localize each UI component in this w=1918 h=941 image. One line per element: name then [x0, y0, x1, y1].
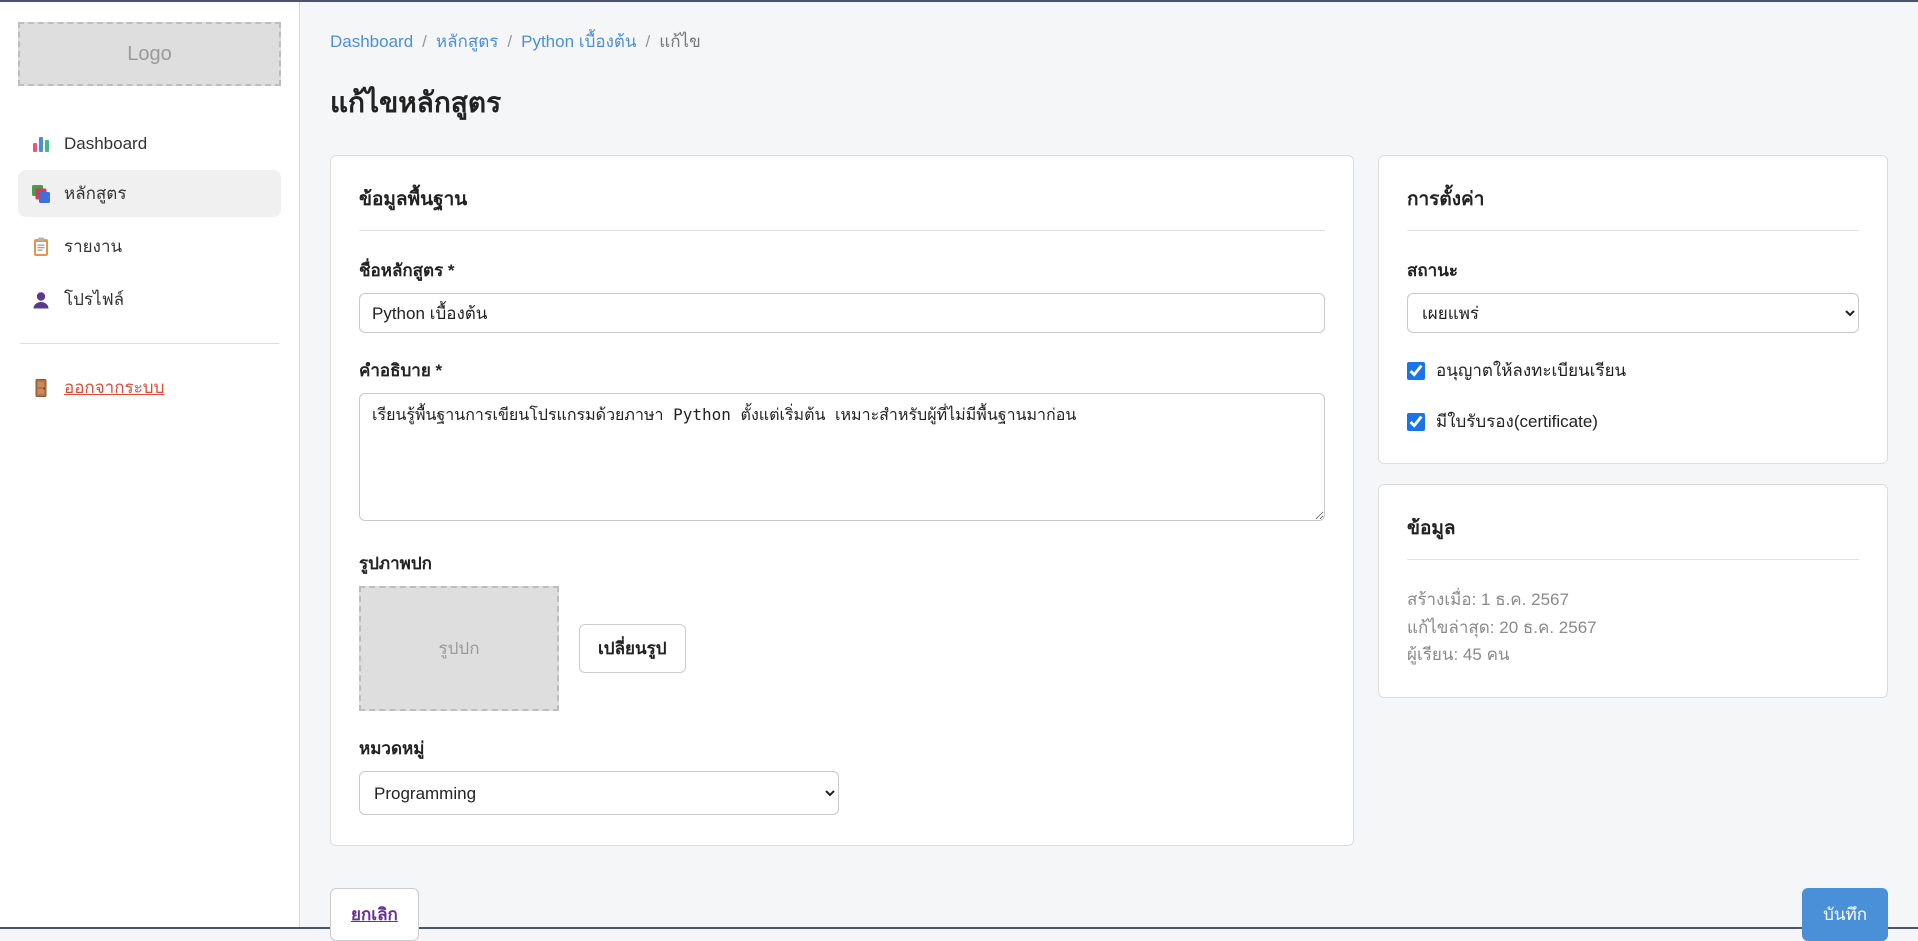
breadcrumb-separator: / [507, 32, 512, 52]
settings-heading: การตั้งค่า [1407, 184, 1859, 214]
allow-enrollment-checkbox-label: อนุญาตให้ลงทะเบียนเรียน [1436, 357, 1626, 384]
person-icon [31, 290, 51, 310]
info-line: สร้างเมื่อ: 1 ธ.ค. 2567 [1407, 586, 1859, 614]
settings-card: การตั้งค่า สถานะ เผยแพร่ อนุญาตให้ลงทะเบ… [1378, 155, 1888, 464]
sidebar-item-logout[interactable]: ออกจากระบบ [18, 364, 281, 411]
change-image-button[interactable]: เปลี่ยนรูป [579, 624, 686, 673]
info-lines: สร้างเมื่อ: 1 ธ.ค. 2567แก้ไขล่าสุด: 20 ธ… [1407, 586, 1859, 669]
save-button[interactable]: บันทึก [1802, 888, 1888, 941]
sidebar-item-profile[interactable]: โปรไฟล์ [18, 276, 281, 323]
bar-chart-icon [31, 134, 51, 154]
sidebar-item-reports[interactable]: รายงาน [18, 223, 281, 270]
breadcrumb-current: แก้ไข [659, 28, 700, 55]
status-field: สถานะ เผยแพร่ [1407, 257, 1859, 333]
cancel-button-label: ยกเลิก [351, 905, 398, 924]
sidebar-item-courses[interactable]: หลักสูตร [18, 170, 281, 217]
sidebar-menu: Dashboard หลักสูตรรายงานโปรไฟล์ [18, 124, 281, 323]
certificate-checkbox-row[interactable]: มีใบรับรอง(certificate) [1407, 408, 1859, 435]
settings-checkboxes: อนุญาตให้ลงทะเบียนเรียนมีใบรับรอง(certif… [1407, 357, 1859, 435]
cover-image-field: รูปภาพปก รูปปก เปลี่ยนรูป [359, 550, 1325, 711]
page-title: แก้ไขหลักสูตร [330, 81, 1888, 125]
course-name-label: ชื่อหลักสูตร * [359, 257, 1325, 284]
cancel-button[interactable]: ยกเลิก [330, 888, 419, 941]
content-row: ข้อมูลพื้นฐาน ชื่อหลักสูตร * คำอธิบาย * … [330, 155, 1888, 846]
sidebar: Logo Dashboard หลักสูตรรายงานโปรไฟล์ ออกจ… [0, 2, 300, 927]
status-select[interactable]: เผยแพร่ [1407, 293, 1859, 333]
door-icon [31, 378, 51, 398]
books-icon [31, 184, 51, 204]
description-label: คำอธิบาย * [359, 357, 1325, 384]
actions-row: ยกเลิก บันทึก [330, 888, 1888, 941]
app-window: Logo Dashboard หลักสูตรรายงานโปรไฟล์ ออกจ… [0, 2, 1918, 927]
basic-info-card: ข้อมูลพื้นฐาน ชื่อหลักสูตร * คำอธิบาย * … [330, 155, 1354, 846]
course-name-field: ชื่อหลักสูตร * [359, 257, 1325, 333]
sidebar-item-label: หลักสูตร [64, 180, 126, 207]
course-name-input[interactable] [359, 293, 1325, 333]
info-card: ข้อมูล สร้างเมื่อ: 1 ธ.ค. 2567แก้ไขล่าสุ… [1378, 484, 1888, 698]
breadcrumb-link[interactable]: Dashboard [330, 32, 413, 52]
breadcrumb-link[interactable]: Python เบื้องต้น [521, 28, 636, 55]
description-field: คำอธิบาย * เรียนรู้พื้นฐานการเขียนโปรแกร… [359, 357, 1325, 526]
certificate-checkbox-label: มีใบรับรอง(certificate) [1436, 408, 1598, 435]
card-divider [359, 230, 1325, 231]
description-textarea[interactable]: เรียนรู้พื้นฐานการเขียนโปรแกรมด้วยภาษา P… [359, 393, 1325, 521]
info-line: แก้ไขล่าสุด: 20 ธ.ค. 2567 [1407, 614, 1859, 642]
category-select[interactable]: Programming [359, 771, 839, 815]
sidebar-item-label: รายงาน [64, 233, 122, 260]
basic-info-heading: ข้อมูลพื้นฐาน [359, 184, 1325, 214]
clipboard-icon [31, 237, 51, 257]
certificate-checkbox[interactable] [1407, 413, 1425, 431]
cover-image-placeholder: รูปปก [359, 586, 559, 711]
sidebar-item-dashboard[interactable]: Dashboard [18, 124, 281, 164]
logout-label: ออกจากระบบ [64, 374, 164, 401]
right-column: การตั้งค่า สถานะ เผยแพร่ อนุญาตให้ลงทะเบ… [1378, 155, 1888, 698]
cover-row: รูปปก เปลี่ยนรูป [359, 586, 1325, 711]
breadcrumb: Dashboard / หลักสูตร / Python เบื้องต้น / แก้ไ… [330, 28, 1888, 55]
sidebar-item-label: Dashboard [64, 134, 147, 154]
sidebar-divider [20, 343, 279, 344]
status-label: สถานะ [1407, 257, 1859, 284]
sidebar-item-label: โปรไฟล์ [64, 286, 124, 313]
category-field: หมวดหมู่ Programming [359, 735, 1325, 815]
card-divider [1407, 559, 1859, 560]
breadcrumb-separator: / [646, 32, 651, 52]
logo-text: Logo [127, 43, 172, 66]
allow-enrollment-checkbox[interactable] [1407, 362, 1425, 380]
main-content: Dashboard / หลักสูตร / Python เบื้องต้น / แก้ไ… [300, 2, 1918, 927]
cover-placeholder-text: รูปปก [438, 635, 479, 662]
breadcrumb-link[interactable]: หลักสูตร [436, 28, 498, 55]
category-label: หมวดหมู่ [359, 735, 1325, 762]
card-divider [1407, 230, 1859, 231]
info-heading: ข้อมูล [1407, 513, 1859, 543]
breadcrumb-separator: / [422, 32, 427, 52]
allow-enrollment-checkbox-row[interactable]: อนุญาตให้ลงทะเบียนเรียน [1407, 357, 1859, 384]
cover-image-label: รูปภาพปก [359, 550, 1325, 577]
logo-placeholder: Logo [18, 22, 281, 86]
info-line: ผู้เรียน: 45 คน [1407, 641, 1859, 669]
